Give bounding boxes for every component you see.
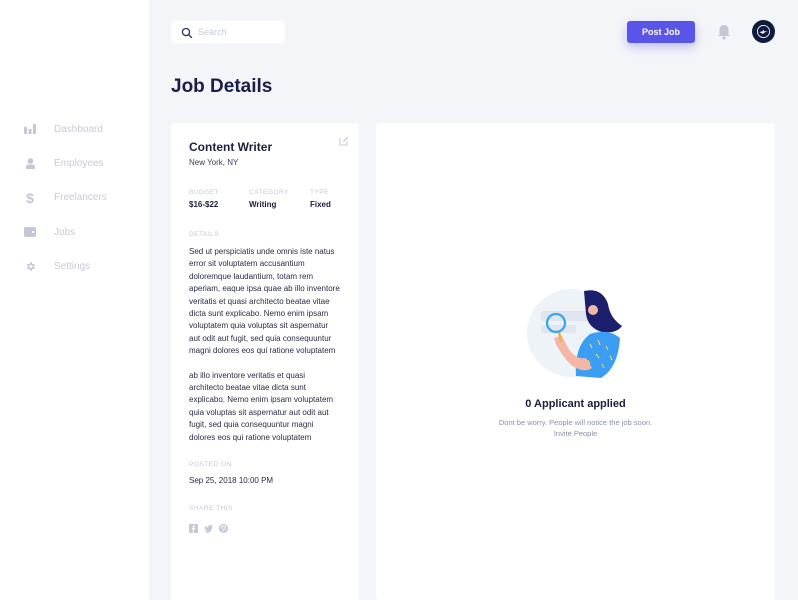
sidebar-item-label: Dashboard [54,123,103,135]
sidebar-item-freelancers[interactable]: $ Freelancers [0,181,149,215]
category: CATEGORY Writing [249,189,310,209]
type: TYPE Fixed [310,189,331,209]
dollar-icon: $ [26,189,34,206]
edit-icon[interactable] [339,133,349,146]
applicants-count-title: 0 Applicant applied [525,398,626,410]
budget: BUDGET $16-$22 [189,189,249,209]
post-job-button[interactable]: Post Job [627,21,695,43]
pinterest-icon[interactable] [219,520,228,534]
sidebar-item-label: Jobs [54,226,76,238]
share-links [189,520,341,534]
sidebar-item-dashboard[interactable]: Dashboard [0,112,149,146]
applicants-card: 0 Applicant applied Dont be worry. Peopl… [376,123,775,600]
category-label: CATEGORY [249,189,289,196]
description-paragraph: Sed ut perspiciatis unde omnis iste natu… [189,247,340,356]
sidebar: Dashboard Employees $ Freelancers Jobs S… [0,0,149,600]
sidebar-item-jobs[interactable]: Jobs [0,215,149,249]
sidebar-nav: Dashboard Employees $ Freelancers Jobs S… [0,112,149,283]
user-icon [24,157,36,169]
facebook-icon[interactable] [189,520,198,534]
sidebar-item-label: Freelancers [54,192,107,204]
job-meta: BUDGET $16-$22 CATEGORY Writing TYPE Fix… [189,189,341,209]
category-value: Writing [249,200,277,209]
budget-value: $16-$22 [189,200,219,209]
share-label: SHARE THIS [189,505,233,513]
empty-state: 0 Applicant applied Dont be worry. Peopl… [376,288,775,439]
page-title: Job Details [171,76,273,97]
gear-icon [24,260,36,272]
job-description: Sed ut perspiciatis unde omnis iste natu… [189,246,341,444]
applicants-empty-message: Dont be worry. People will notice the jo… [498,418,653,438]
search-box [171,21,285,43]
type-value: Fixed [310,200,331,209]
sidebar-item-settings[interactable]: Settings [0,249,149,283]
job-title: Content Writer [189,140,273,154]
search-input[interactable] [198,27,278,37]
budget-label: BUDGET [189,189,220,196]
woman-with-magnifier-illustration [526,289,622,378]
wallet-icon [24,226,36,238]
posted-on-value: Sep 25, 2018 10:00 PM [189,476,274,486]
job-location: New York, NY [189,158,239,167]
details-label: DETAILS [189,231,220,238]
avatar[interactable] [752,20,775,43]
sidebar-item-label: Settings [54,260,91,272]
sidebar-item-label: Employees [54,157,104,169]
sidebar-item-employees[interactable]: Employees [0,146,149,180]
job-details-card: Content Writer New York, NY BUDGET $16-$… [171,123,359,600]
crane-logo-icon [756,24,771,39]
posted-on-label: POSTED ON [189,461,232,469]
type-label: TYPE [310,189,329,196]
description-paragraph: ab illo inventore veritatis et quasi arc… [189,370,334,442]
bar-chart-icon [24,123,36,135]
search-icon [181,26,193,39]
twitter-icon[interactable] [204,520,213,533]
bell-icon[interactable] [717,24,731,40]
